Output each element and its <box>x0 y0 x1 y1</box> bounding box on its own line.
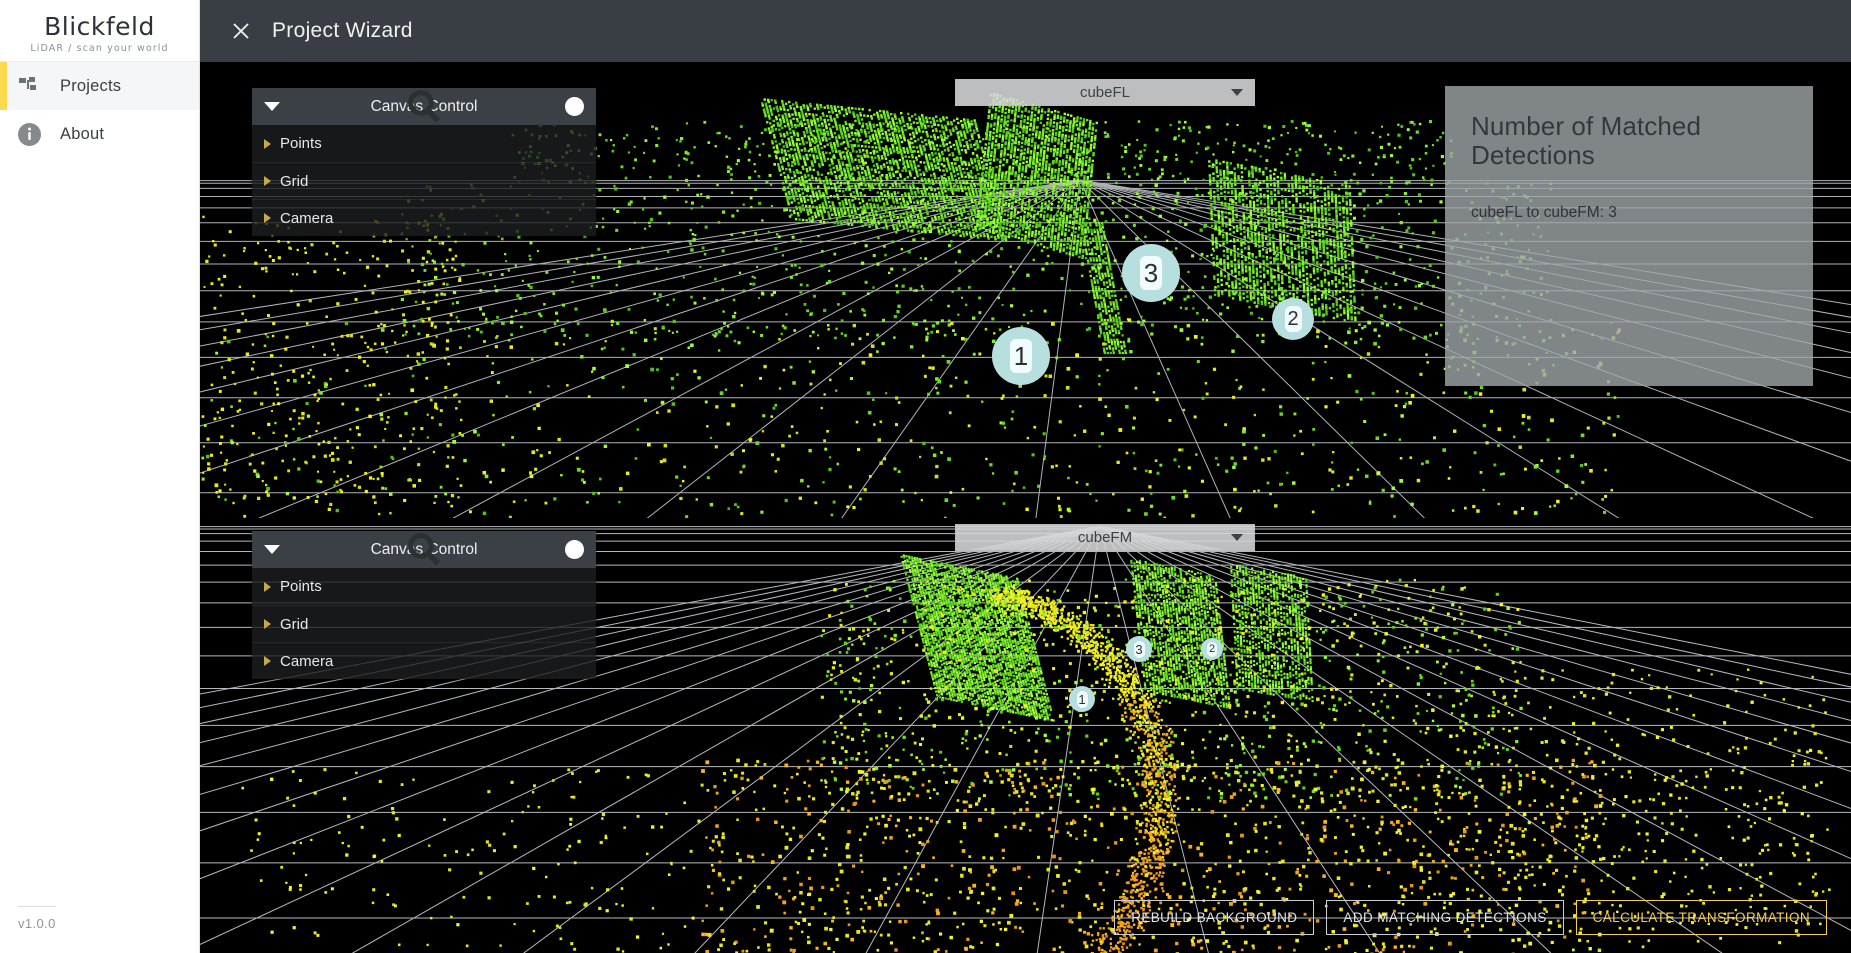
sidebar: Blickfeld LiDAR / scan your world Projec… <box>0 0 200 953</box>
brand-name: Blickfeld <box>44 11 155 41</box>
detection-marker-label: 2 <box>1207 641 1217 657</box>
chevron-down-icon <box>1231 89 1243 96</box>
pointcloud-canvas-top[interactable]: Canvas Control Points Grid Camera cubeFL… <box>200 62 1851 518</box>
caret-right-icon <box>264 213 271 223</box>
canvas-control-panel-bottom: Canvas Control Points Grid Camera <box>252 531 596 679</box>
caret-right-icon <box>264 176 271 186</box>
canvas-control-row-label: Grid <box>280 615 309 633</box>
caret-right-icon <box>264 619 271 629</box>
canvas-control-row-label: Points <box>280 578 322 595</box>
detection-marker-label: 1 <box>1076 690 1088 708</box>
sidebar-item-label: Projects <box>60 76 122 95</box>
canvas-control-header[interactable]: Canvas Control <box>252 531 596 568</box>
caret-right-icon <box>264 656 271 666</box>
sidebar-item-label: About <box>60 124 105 143</box>
canvas-control-row-label: Grid <box>280 172 309 190</box>
detection-marker-3[interactable]: 3 <box>1122 244 1180 302</box>
canvas-control-row-points[interactable]: Points <box>252 568 596 605</box>
canvas-control-row-label: Points <box>280 135 322 152</box>
info-circle-icon <box>12 117 46 151</box>
search-icon[interactable] <box>408 89 584 123</box>
rebuild-background-button[interactable]: REBUILD BACKGROUND <box>1114 900 1315 935</box>
canvas-control-row-label: Camera <box>280 652 334 670</box>
matched-detections-value: cubeFL to cubeFM: 3 <box>1471 204 1617 222</box>
canvas-control-panel-top: Canvas Control Points Grid Camera <box>252 88 596 236</box>
version-block: v1.0.0 <box>0 906 199 953</box>
cube-select-value: cubeFL <box>1079 84 1131 101</box>
detection-marker-label: 3 <box>1133 640 1145 658</box>
sitemap-icon <box>12 69 46 103</box>
sidebar-item-projects[interactable]: Projects <box>0 62 199 110</box>
close-icon[interactable] <box>228 18 254 44</box>
version-label: v1.0.0 <box>18 916 56 931</box>
sidebar-item-about[interactable]: About <box>0 110 199 158</box>
brand-tagline: LiDAR / scan your world <box>30 42 169 54</box>
app-root: Blickfeld LiDAR / scan your world Projec… <box>0 0 1851 953</box>
detection-marker-1[interactable]: 1 <box>1069 686 1095 712</box>
action-button-bar: REBUILD BACKGROUND ADD MATCHING DETECTIO… <box>1114 900 1827 935</box>
detection-marker-2[interactable]: 2 <box>1201 638 1223 660</box>
sidebar-nav: Projects About <box>0 62 199 158</box>
canvas-control-row-grid[interactable]: Grid <box>252 162 596 199</box>
main-area: Project Wizard Canvas Control Points Gri… <box>200 0 1851 953</box>
search-icon[interactable] <box>408 532 584 566</box>
canvas-control-row-grid[interactable]: Grid <box>252 605 596 642</box>
canvas-control-row-label: Camera <box>280 209 334 227</box>
caret-right-icon <box>264 581 271 592</box>
canvas-stack: Canvas Control Points Grid Camera cubeFL… <box>200 62 1851 953</box>
detection-marker-2[interactable]: 2 <box>1272 298 1314 340</box>
brand-logo: Blickfeld LiDAR / scan your world <box>0 0 199 62</box>
cube-select-bottom[interactable]: cubeFM <box>955 524 1255 551</box>
matched-detections-panel: Number of Matched Detections cubeFL to c… <box>1445 86 1813 386</box>
detection-marker-label: 1 <box>1010 339 1032 373</box>
canvas-control-header[interactable]: Canvas Control <box>252 88 596 125</box>
wizard-header: Project Wizard <box>200 0 1851 62</box>
detection-marker-3[interactable]: 3 <box>1126 636 1152 662</box>
detection-marker-label: 2 <box>1284 306 1302 332</box>
divider <box>18 906 56 907</box>
matched-detections-title: Number of Matched Detections <box>1471 111 1702 171</box>
detection-marker-1[interactable]: 1 <box>992 327 1050 385</box>
cube-select-top[interactable]: cubeFL <box>955 79 1255 106</box>
caret-right-icon <box>264 138 271 149</box>
chevron-down-icon <box>1231 534 1243 541</box>
detection-marker-label: 3 <box>1140 256 1162 290</box>
calculate-transformation-button[interactable]: CALCULATE TRANSFORMATION <box>1575 900 1827 935</box>
canvas-control-row-points[interactable]: Points <box>252 125 596 162</box>
add-matching-detections-button[interactable]: ADD MATCHING DETECTIONS <box>1326 900 1564 935</box>
canvas-control-row-camera[interactable]: Camera <box>252 199 596 236</box>
canvas-control-row-camera[interactable]: Camera <box>252 642 596 679</box>
pointcloud-canvas-bottom[interactable]: Canvas Control Points Grid Camera cubeFM… <box>200 518 1851 953</box>
cube-select-value: cubeFM <box>1077 529 1133 546</box>
page-title: Project Wizard <box>272 19 413 42</box>
